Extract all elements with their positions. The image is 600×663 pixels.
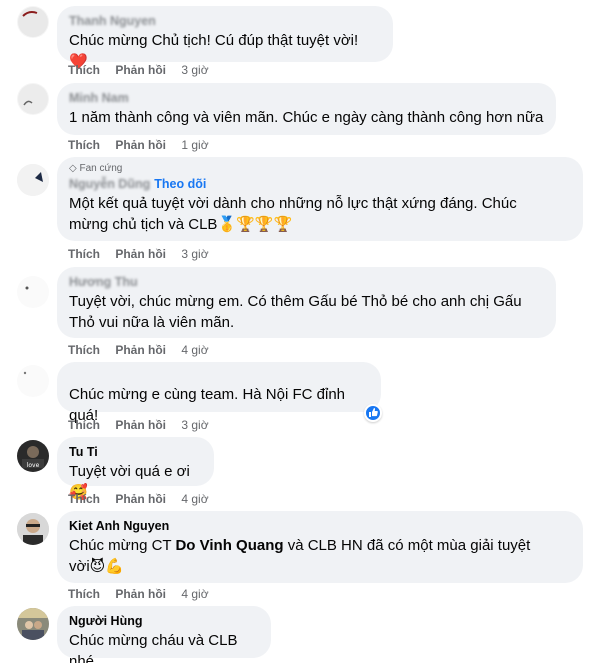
avatar[interactable] (17, 276, 49, 308)
like-button[interactable]: Thích (68, 418, 100, 432)
like-button[interactable]: Thích (68, 343, 100, 357)
follow-button[interactable]: Theo dõi (154, 177, 206, 191)
reply-button[interactable]: Phản hồi (115, 587, 166, 601)
comment-time[interactable]: 4 giờ (181, 492, 208, 506)
reply-button[interactable]: Phản hồi (115, 343, 166, 357)
reply-button[interactable]: Phản hồi (115, 63, 166, 77)
avatar[interactable] (17, 513, 49, 545)
reply-button[interactable]: Phản hồi (115, 247, 166, 261)
comment-author[interactable]: Hương Thu (69, 274, 544, 291)
avatar[interactable] (17, 83, 49, 115)
like-button[interactable]: Thích (68, 138, 100, 152)
comment-text: vời😈💪 (69, 558, 124, 575)
comment-bubble: ◇ Fan cứng Nguyễn Dũng Theo dõi Một kết q… (57, 157, 583, 241)
like-button[interactable]: Thích (68, 247, 100, 261)
comment-bubble: Kiet Anh Nguyen Chúc mừng CT Do Vinh Qua… (57, 511, 583, 583)
comment-bubble: Chúc mừng e cùng team. Hà Nội FC đỉnh qu… (57, 362, 381, 424)
comment-bubble: Tu Ti Tuyệt vời quá e ơi🥰 (57, 437, 214, 501)
comment-bubble: Minh Nam 1 năm thành công và viên mãn. C… (57, 83, 556, 135)
comment-actions: Thích Phản hồi 4 giờ (68, 343, 209, 357)
fan-badge: ◇ Fan cứng (69, 163, 123, 174)
comment-time[interactable]: 4 giờ (181, 587, 208, 601)
comment-bubble: Hương Thu Tuyệt vời, chúc mừng em. Có th… (57, 267, 556, 338)
comment-text: 1 năm thành công và viên mãn. Chúc e ngà… (69, 109, 544, 126)
mention-tag[interactable]: Do Vinh Quang (175, 537, 283, 554)
comment-actions: Thích Phản hồi 4 giờ (68, 492, 209, 506)
like-button[interactable]: Thích (68, 63, 100, 77)
comment-actions: Thích Phản hồi 4 giờ (68, 587, 209, 601)
avatar[interactable]: love (17, 440, 49, 472)
reply-button[interactable]: Phản hồi (115, 138, 166, 152)
comment-time[interactable]: 3 giờ (181, 63, 208, 77)
comment-text: Chúc mừng CT Do Vinh Quang và CLB HN đã … (69, 537, 531, 554)
avatar[interactable] (17, 164, 49, 196)
comment-actions: Thích Phản hồi 3 giờ (68, 247, 209, 261)
comment-time[interactable]: 1 giờ (181, 138, 208, 152)
diamond-icon: ◇ (69, 163, 77, 174)
reply-button[interactable]: Phản hồi (115, 492, 166, 506)
like-button[interactable]: Thích (68, 492, 100, 506)
comment-author[interactable]: Người Hùng (69, 613, 259, 630)
comment-text: mừng chủ tịch và CLB🥇🏆🏆🏆 (69, 216, 293, 233)
comment-text: Tuyệt vời, chúc mừng em. Có thêm Gấu bé … (69, 293, 522, 310)
comment-text: Chúc mừng cháu và CLB nhé (69, 632, 238, 663)
avatar[interactable] (17, 365, 49, 397)
avatar-label: love (27, 462, 40, 469)
comment-bubble: Thanh Nguyen Chúc mừng Chủ tịch! Cú đúp … (57, 6, 393, 70)
comment-author[interactable]: Minh Nam (69, 90, 544, 107)
comment-author[interactable]: Nguyễn Dũng (69, 177, 150, 191)
comment-time[interactable]: 3 giờ (181, 247, 208, 261)
comment-text: Thỏ vui nữa là viên mãn. (69, 314, 235, 331)
comment-author[interactable]: Kiet Anh Nguyen (69, 518, 571, 535)
like-button[interactable]: Thích (68, 587, 100, 601)
comment-time[interactable]: 4 giờ (181, 343, 208, 357)
comment-author-row: Nguyễn Dũng Theo dõi (69, 176, 571, 193)
avatar[interactable] (17, 6, 49, 38)
comment-actions: Thích Phản hồi 3 giờ (68, 418, 209, 432)
comment-actions: Thích Phản hồi 1 giờ (68, 138, 209, 152)
comment-author[interactable]: Tu Ti (69, 444, 202, 461)
avatar[interactable] (17, 608, 49, 640)
comment-time[interactable]: 3 giờ (181, 418, 208, 432)
comment-author[interactable]: Thanh Nguyen (69, 13, 381, 30)
comment-bubble: Người Hùng Chúc mừng cháu và CLB nhé (57, 606, 271, 663)
reply-button[interactable]: Phản hồi (115, 418, 166, 432)
like-reaction-icon[interactable] (364, 404, 382, 422)
comment-text: Một kết quả tuyệt vời dành cho những nỗ … (69, 195, 517, 212)
comment-actions: Thích Phản hồi 3 giờ (68, 63, 209, 77)
